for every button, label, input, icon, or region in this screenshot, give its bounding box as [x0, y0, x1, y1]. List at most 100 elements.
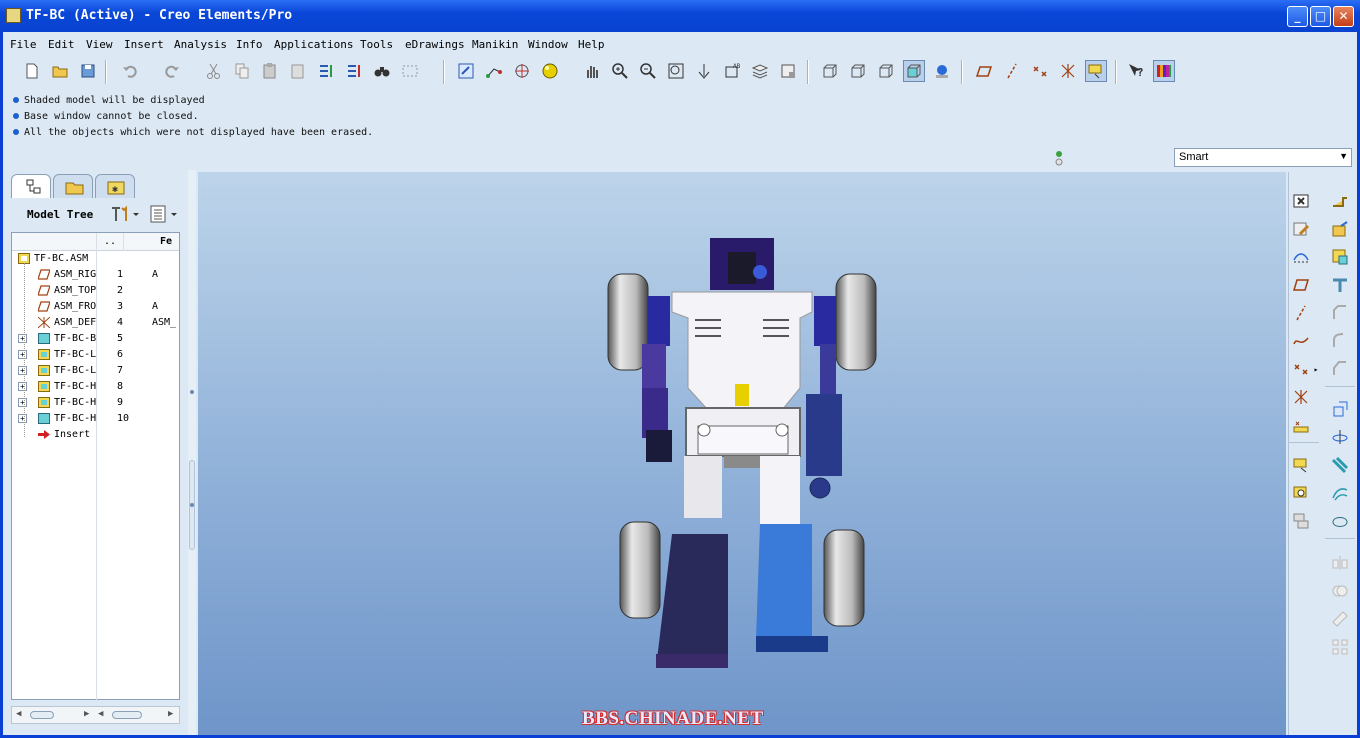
- menu-applications[interactable]: Applications: [274, 38, 353, 51]
- paste-special-icon[interactable]: [287, 60, 309, 82]
- mirror-tool-icon[interactable]: [1329, 552, 1351, 574]
- analysis-feature-icon[interactable]: [1290, 414, 1312, 436]
- chamfer-tool-icon[interactable]: [1329, 330, 1351, 352]
- layers-icon[interactable]: [749, 60, 771, 82]
- zoom-in-icon[interactable]: [609, 60, 631, 82]
- hidden-line-icon[interactable]: [847, 60, 869, 82]
- show-options-icon[interactable]: [149, 204, 181, 224]
- filter-dropdown[interactable]: Smart ▼: [1174, 148, 1352, 167]
- blend-tool-icon[interactable]: [1329, 454, 1351, 476]
- tree-root[interactable]: TF-BC.ASM: [12, 251, 179, 267]
- curve-analysis-icon[interactable]: [1290, 246, 1312, 268]
- menu-file[interactable]: File: [10, 38, 37, 51]
- trim-tool-icon[interactable]: [1329, 608, 1351, 630]
- insert-here-marker[interactable]: Insert Here: [12, 427, 179, 443]
- datum-point-tool-icon[interactable]: [1290, 358, 1312, 380]
- edit-definition-icon[interactable]: [1290, 218, 1312, 240]
- copy-icon[interactable]: [231, 60, 253, 82]
- expand-toggle-icon[interactable]: +: [18, 334, 27, 343]
- tab-folder-browser[interactable]: [53, 174, 93, 198]
- annotation-feature-icon[interactable]: [1290, 454, 1312, 476]
- scroll-thumb[interactable]: [112, 711, 142, 719]
- boundary-blend-icon[interactable]: [1329, 482, 1351, 504]
- datum-planes-icon[interactable]: [973, 60, 995, 82]
- csys-display-icon[interactable]: [1057, 60, 1079, 82]
- round-tool-icon[interactable]: [1329, 302, 1351, 324]
- graphics-window[interactable]: [198, 172, 1286, 735]
- spin-center-icon[interactable]: [511, 60, 533, 82]
- menu-window[interactable]: Window: [528, 38, 568, 51]
- tree-row[interactable]: + TF-BC-H 9: [12, 395, 179, 411]
- scroll-left-icon[interactable]: ◀: [98, 709, 103, 719]
- merge-tool-icon[interactable]: [1329, 580, 1351, 602]
- column-header-feature[interactable]: Fe: [160, 236, 172, 247]
- color-bars-icon[interactable]: [1153, 60, 1175, 82]
- close-window-icon[interactable]: [1290, 190, 1312, 212]
- shell-tool-icon[interactable]: [1329, 218, 1351, 240]
- paste-icon[interactable]: [259, 60, 281, 82]
- context-help-icon[interactable]: ?: [1125, 60, 1147, 82]
- wireframe-icon[interactable]: [819, 60, 841, 82]
- menu-analysis[interactable]: Analysis: [174, 38, 227, 51]
- panel-splitter[interactable]: [188, 170, 196, 735]
- menu-help[interactable]: Help: [578, 38, 605, 51]
- menu-view[interactable]: View: [86, 38, 113, 51]
- datum-axis-tool-icon[interactable]: [1290, 302, 1312, 324]
- create-component-icon[interactable]: [1290, 510, 1312, 532]
- sketch-icon[interactable]: [455, 60, 477, 82]
- zoom-out-icon[interactable]: [637, 60, 659, 82]
- model-appearance-icon[interactable]: [931, 60, 953, 82]
- tree-row[interactable]: + TF-BC-H 10: [12, 411, 179, 427]
- tab-model-tree[interactable]: [11, 174, 51, 198]
- sweep-tool-icon[interactable]: [1329, 358, 1351, 380]
- saved-views-icon[interactable]: AB: [721, 60, 743, 82]
- menu-insert[interactable]: Insert: [124, 38, 164, 51]
- robot-model[interactable]: [198, 172, 1286, 735]
- datum-points-icon[interactable]: [1029, 60, 1051, 82]
- shading-icon[interactable]: [903, 60, 925, 82]
- assemble-component-icon[interactable]: [1290, 482, 1312, 504]
- menu-manikin[interactable]: Manikin: [472, 38, 518, 51]
- tree-row[interactable]: + TF-BC-L 6: [12, 347, 179, 363]
- menu-edit[interactable]: Edit: [48, 38, 75, 51]
- datum-plane-tool-icon[interactable]: [1290, 274, 1312, 296]
- select-box-icon[interactable]: [399, 60, 421, 82]
- expand-toggle-icon[interactable]: +: [18, 350, 27, 359]
- scroll-left-icon[interactable]: ◀: [16, 709, 21, 719]
- tab-favorites[interactable]: ✱: [95, 174, 135, 198]
- tree-row[interactable]: ASM_TOP 2: [12, 283, 179, 299]
- flyout-arrow-icon[interactable]: ▸: [1311, 358, 1321, 380]
- revolve-tool-icon[interactable]: [1329, 426, 1351, 448]
- tree-row[interactable]: + TF-BC-L 7: [12, 363, 179, 379]
- tree-row[interactable]: ASM_DEF_CSYS 4 ASM_: [12, 315, 179, 331]
- tree-settings-icon[interactable]: [109, 204, 141, 224]
- regenerate-icon[interactable]: [315, 60, 337, 82]
- datum-axes-icon[interactable]: [1001, 60, 1023, 82]
- extrude-tool-icon[interactable]: [1329, 398, 1351, 420]
- datum-curve-tool-icon[interactable]: [1290, 330, 1312, 352]
- cut-icon[interactable]: [203, 60, 225, 82]
- style-tool-icon[interactable]: [1329, 510, 1351, 532]
- open-folder-icon[interactable]: [49, 60, 71, 82]
- regen-manager-icon[interactable]: [343, 60, 365, 82]
- close-button[interactable]: ✕: [1333, 6, 1354, 27]
- scroll-thumb[interactable]: [30, 711, 54, 719]
- find-binoculars-icon[interactable]: [371, 60, 393, 82]
- view-manager-icon[interactable]: [777, 60, 799, 82]
- tree-row[interactable]: + TF-BC-B 5: [12, 331, 179, 347]
- shading-sphere-icon[interactable]: [539, 60, 561, 82]
- no-hidden-icon[interactable]: [875, 60, 897, 82]
- expand-toggle-icon[interactable]: +: [18, 366, 27, 375]
- tree-row[interactable]: ASM_RIGHT 1 A: [12, 267, 179, 283]
- new-file-icon[interactable]: [21, 60, 43, 82]
- column-header-dots[interactable]: ..: [104, 236, 116, 247]
- reorient-icon[interactable]: [693, 60, 715, 82]
- tree-row[interactable]: + TF-BC-H 8: [12, 379, 179, 395]
- expand-toggle-icon[interactable]: +: [18, 414, 27, 423]
- expand-toggle-icon[interactable]: +: [18, 382, 27, 391]
- maximize-button[interactable]: □: [1310, 6, 1331, 27]
- menu-info[interactable]: Info: [236, 38, 263, 51]
- rib-tool-icon[interactable]: [1329, 246, 1351, 268]
- scroll-right-icon[interactable]: ▶: [168, 709, 173, 719]
- tree-row[interactable]: ASM_FRONT 3 A: [12, 299, 179, 315]
